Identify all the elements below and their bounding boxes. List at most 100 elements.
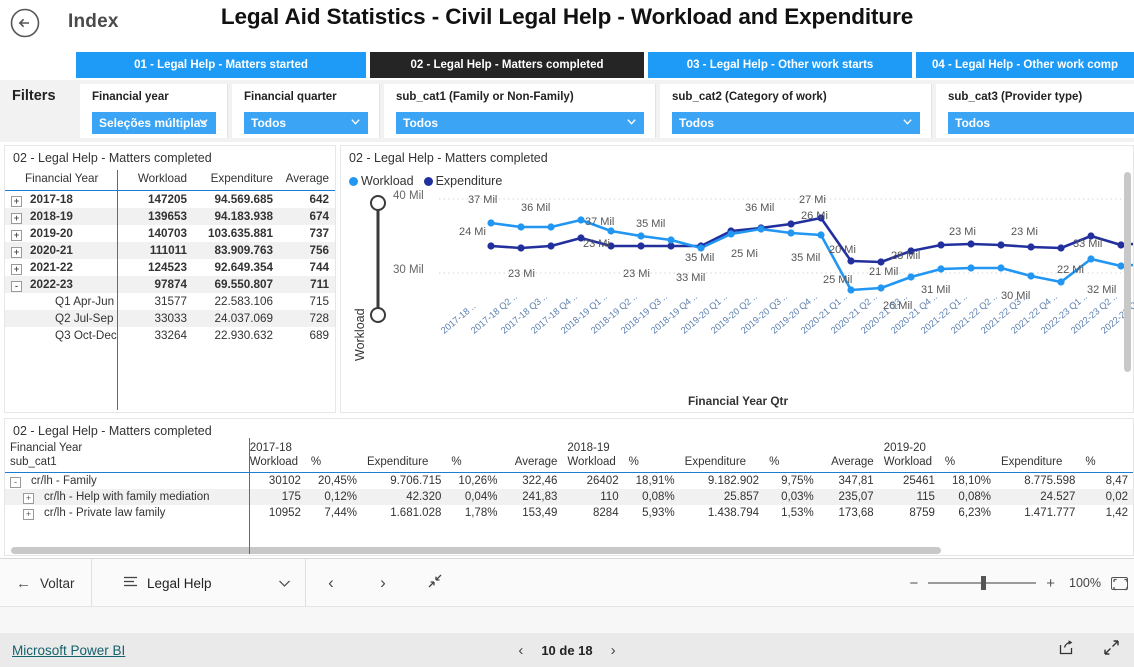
table-row[interactable]: + cr/lh - Help with family mediation 175 … <box>5 489 1133 505</box>
scrollbar-thumb[interactable] <box>11 547 941 554</box>
cell-workload: 31577 <box>154 295 187 308</box>
col-percent[interactable]: % <box>764 454 819 473</box>
row-label-cell[interactable]: Q3 Oct-Dec <box>5 327 125 344</box>
col-expenditure[interactable]: Expenditure <box>679 454 765 473</box>
table-row[interactable]: + cr/lh - Private law family 10952 7,44% … <box>5 505 1133 521</box>
legend-item-expenditure[interactable]: Expenditure <box>423 174 502 188</box>
expand-toggle-icon[interactable]: + <box>11 213 22 224</box>
row-label-cell[interactable]: +2019-20 <box>5 225 125 242</box>
column-header-expenditure[interactable]: Expenditure <box>193 169 279 191</box>
collapse-button[interactable] <box>409 559 461 607</box>
tab-03-other-work-starts[interactable]: 03 - Legal Help - Other work starts <box>648 52 912 78</box>
legend-label: Workload <box>361 174 414 188</box>
tab-02-matters-completed[interactable]: 02 - Legal Help - Matters completed <box>370 52 644 78</box>
data-label: 27 Mi <box>799 194 826 206</box>
row-label-cell[interactable]: +2017-18 <box>5 191 125 209</box>
scrollbar-thumb[interactable] <box>1124 172 1131 372</box>
list-menu-icon <box>123 575 138 591</box>
table-row[interactable]: -2022-23 97874 69.550.807 711 <box>5 276 335 293</box>
next-page-button[interactable]: › <box>357 559 409 607</box>
table-row[interactable]: Q2 Jul-Sep 33033 24.037.069 728 <box>5 310 335 327</box>
table-row[interactable]: Q3 Oct-Dec 33264 22.930.632 689 <box>5 327 335 344</box>
pager-previous-button[interactable]: ‹ <box>518 642 523 659</box>
expand-toggle-icon[interactable]: + <box>23 509 34 520</box>
col-percent[interactable]: % <box>1080 454 1133 473</box>
page-selector[interactable]: Legal Help <box>109 559 305 607</box>
year-group-2019-20[interactable]: 2019-20 <box>879 440 940 454</box>
table-row[interactable]: +2019-20 140703 103.635.881 737 <box>5 225 335 242</box>
slicer-financial-quarter-dropdown[interactable]: Todos <box>244 112 368 134</box>
table-row[interactable]: - cr/lh - Family 30102 20,45% 9.706.715 1… <box>5 473 1133 490</box>
matrix-cell: 42.320 <box>361 489 447 505</box>
tab-01-matters-started[interactable]: 01 - Legal Help - Matters started <box>76 52 366 78</box>
table-row[interactable]: +2021-22 124523 92.649.354 744 <box>5 259 335 276</box>
zoom-out-button[interactable]: − <box>909 575 918 592</box>
row-label-cell[interactable]: + cr/lh - Private law family <box>5 505 245 521</box>
table-row[interactable]: +2017-18 147205 94.569.685 642 <box>5 191 335 209</box>
slicer-sub-cat1-dropdown[interactable]: Todos <box>396 112 644 134</box>
slicer-sub-cat2-dropdown[interactable]: Todos <box>672 112 920 134</box>
expand-toggle-icon[interactable]: + <box>11 196 22 207</box>
data-label: 36 Mil <box>521 202 551 214</box>
column-header-average[interactable]: Average <box>279 169 335 191</box>
column-header-financial-year[interactable]: Financial Year <box>5 169 125 191</box>
matrix-horizontal-scrollbar[interactable] <box>11 547 1129 554</box>
share-icon[interactable] <box>1058 639 1075 661</box>
row-label-cell[interactable]: Q2 Jul-Sep <box>5 310 125 327</box>
row-label-cell[interactable]: -2022-23 <box>5 276 125 293</box>
pager-next-button[interactable]: › <box>611 642 616 659</box>
y-axis-range-slider[interactable] <box>369 194 387 324</box>
col-workload[interactable]: Workload <box>878 454 940 473</box>
col-expenditure[interactable]: Expenditure <box>995 454 1081 473</box>
chart-vertical-scrollbar[interactable] <box>1124 172 1131 402</box>
zoom-slider[interactable] <box>928 576 1037 590</box>
expand-toggle-icon[interactable]: + <box>23 493 34 504</box>
zoom-level-label: 100% <box>1069 576 1101 590</box>
col-workload[interactable]: Workload <box>244 454 306 473</box>
col-average[interactable]: Average <box>502 454 563 473</box>
col-workload[interactable]: Workload <box>562 454 624 473</box>
expand-toggle-icon[interactable]: + <box>11 264 22 275</box>
col-percent[interactable]: % <box>446 454 503 473</box>
legend-item-workload[interactable]: Workload <box>349 174 414 188</box>
zoom-in-button[interactable]: + <box>1046 575 1055 592</box>
slicer-sub-cat3-dropdown[interactable]: Todos <box>948 112 1134 134</box>
visual-title: 02 - Legal Help - Matters completed <box>349 151 548 165</box>
table-row[interactable]: +2020-21 111011 83.909.763 756 <box>5 242 335 259</box>
table-row[interactable]: Q1 Apr-Jun 31577 22.583.106 715 <box>5 293 335 310</box>
collapse-toggle-icon[interactable]: - <box>10 477 21 488</box>
chart-plot-area[interactable]: 40 Mil 30 Mil 37 Mil 36 Mil 37 Mil 35 Mi… <box>393 188 1134 373</box>
matrix-cell: 25.857 <box>679 489 765 505</box>
row-label-cell[interactable]: + cr/lh - Help with family mediation <box>5 489 245 505</box>
tab-04-other-work-completed[interactable]: 04 - Legal Help - Other work comp <box>916 52 1134 78</box>
expand-toggle-icon[interactable]: + <box>11 230 22 241</box>
row-label-cell[interactable]: +2018-19 <box>5 208 125 225</box>
matters-completed-line-chart: 02 - Legal Help - Matters completed Work… <box>340 145 1134 413</box>
table-row[interactable]: +2018-19 139653 94.183.938 674 <box>5 208 335 225</box>
row-label-cell[interactable]: Q1 Apr-Jun <box>5 293 125 310</box>
row-label: 2021-22 <box>30 261 73 274</box>
column-header-workload[interactable]: Workload <box>125 169 193 191</box>
back-label: Voltar <box>40 575 75 591</box>
expand-toggle-icon[interactable]: + <box>11 247 22 258</box>
slicer-value: Todos <box>403 116 439 130</box>
fit-to-page-button[interactable] <box>1111 576 1128 590</box>
row-label-cell[interactable]: +2021-22 <box>5 259 125 276</box>
col-percent[interactable]: % <box>623 454 680 473</box>
year-group-2017-18[interactable]: 2017-18 <box>245 440 306 454</box>
col-percent[interactable]: % <box>939 454 996 473</box>
back-button[interactable]: ← Voltar <box>0 559 91 607</box>
table-header-row: Financial Year Workload Expenditure Aver… <box>5 169 335 191</box>
previous-page-button[interactable]: ‹ <box>305 559 357 607</box>
fullscreen-arrows-icon[interactable] <box>1103 639 1120 661</box>
col-expenditure[interactable]: Expenditure <box>361 454 447 473</box>
slicer-financial-year-dropdown[interactable]: Seleções múltiplas <box>92 112 216 134</box>
row-label-cell[interactable]: +2020-21 <box>5 242 125 259</box>
year-group-2018-19[interactable]: 2018-19 <box>562 440 623 454</box>
data-label: 33 Mil <box>1073 238 1103 250</box>
collapse-toggle-icon[interactable]: - <box>11 281 22 292</box>
zoom-slider-thumb[interactable] <box>981 576 987 590</box>
col-percent[interactable]: % <box>305 454 362 473</box>
col-average[interactable]: Average <box>818 454 879 473</box>
row-label-cell[interactable]: - cr/lh - Family <box>5 473 245 490</box>
